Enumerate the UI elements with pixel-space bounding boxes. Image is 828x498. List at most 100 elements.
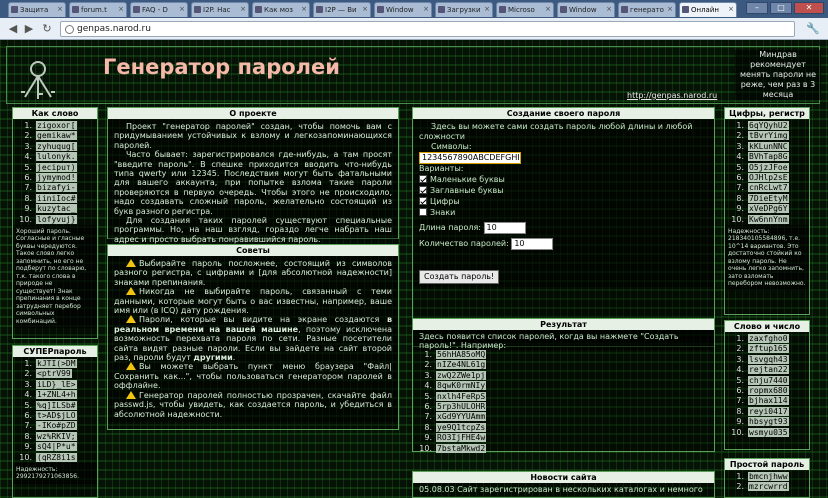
password-value[interactable]: bmcnjhww	[748, 472, 789, 481]
password-value[interactable]: zyhuqug[	[36, 141, 77, 151]
password-value[interactable]: -IKo#pZD	[36, 421, 77, 431]
password-value[interactable]: bizafyi-	[36, 183, 77, 193]
password-value[interactable]: iLD}_lE>	[36, 379, 77, 389]
item-number: 9.	[424, 433, 432, 443]
length-input[interactable]: 10	[483, 222, 526, 234]
password-value[interactable]: nIZe4NL61g	[436, 360, 487, 370]
password-value[interactable]: 6qYQyhU2	[748, 121, 789, 130]
password-value[interactable]: jymymod!	[36, 172, 77, 182]
password-value[interactable]: O5jzJFoe	[748, 162, 789, 172]
password-value[interactable]: (qRZ8i1s	[36, 452, 77, 462]
tab-close-icon[interactable]: ×	[240, 5, 246, 13]
browser-tab[interactable]: Загрузки ×	[435, 2, 493, 17]
password-value[interactable]: kJTI(>DM	[36, 359, 77, 368]
tab-close-icon[interactable]: ×	[606, 5, 612, 13]
browser-tab[interactable]: Защита ×	[8, 2, 66, 17]
browser-tab[interactable]: FAQ - D ×	[130, 2, 188, 17]
symbols-input[interactable]: 1234567890ABCDEFGHI	[419, 152, 521, 164]
tab-close-icon[interactable]: ×	[484, 5, 490, 13]
back-icon[interactable]: ◀	[6, 22, 20, 36]
browser-tab[interactable]: I2P — Ви ×	[313, 2, 371, 17]
password-value[interactable]: zwQ2ZWe1pj	[436, 370, 487, 380]
symbols-checkbox[interactable]	[419, 208, 427, 216]
password-value[interactable]: Kw6nnYnm	[748, 214, 789, 224]
favicon-icon	[255, 6, 262, 13]
uppercase-checkbox[interactable]	[419, 186, 427, 194]
browser-tab[interactable]: Window ×	[557, 2, 615, 17]
tab-close-icon[interactable]: ×	[423, 5, 429, 13]
password-value[interactable]: wz%RKIV;	[36, 431, 77, 441]
password-value[interactable]: rejtan22	[748, 365, 789, 375]
password-value[interactable]: 5rp3hULOHR	[436, 401, 487, 411]
tab-close-icon[interactable]: ×	[179, 5, 185, 13]
password-value[interactable]: gemikaw*	[36, 131, 77, 141]
password-value[interactable]: 7bstaMkwd2	[436, 443, 487, 453]
count-input[interactable]: 10	[511, 238, 554, 250]
password-value[interactable]: bjhax114	[748, 396, 789, 406]
browser-tab[interactable]: Microso ×	[496, 2, 554, 17]
password-value[interactable]: 8qwK0rmNIy	[436, 381, 487, 391]
site-header: Генератор паролей http://genpas.narod.ru…	[6, 46, 821, 104]
reload-icon[interactable]: ↻	[40, 22, 54, 36]
password-value[interactable]: 1+ZNL4+h	[36, 390, 77, 400]
option-row[interactable]: Цифры	[419, 197, 708, 207]
address-bar[interactable]: genpas.narod.ru	[60, 21, 795, 37]
option-row[interactable]: Маленькие буквы	[419, 175, 708, 185]
password-value[interactable]: ropmx680	[748, 385, 789, 395]
lowercase-checkbox[interactable]	[419, 175, 427, 183]
tab-close-icon[interactable]: ×	[362, 5, 368, 13]
browser-tab[interactable]: I2P. Нас ×	[191, 2, 249, 17]
browser-tab[interactable]: Как моз ×	[252, 2, 310, 17]
site-url-link[interactable]: http://genpas.narod.ru	[627, 91, 717, 100]
password-value[interactable]: chju7440	[748, 375, 789, 385]
password-value[interactable]: lulonyk.	[36, 152, 77, 162]
password-value[interactable]: wsmyu035	[748, 427, 789, 437]
password-value[interactable]: RO3IjFHE4w	[436, 433, 487, 443]
close-window-button[interactable]: ✕	[794, 2, 824, 14]
password-value[interactable]: xVeDPg6Y	[748, 204, 789, 214]
option-row[interactable]: Заглавные буквы	[419, 186, 708, 196]
browser-tab[interactable]: Онлайн ×	[679, 2, 737, 17]
password-value[interactable]: kuzytac_	[36, 204, 77, 214]
password-value[interactable]: hbsygt93	[748, 417, 789, 427]
password-value[interactable]: jecipuт)	[36, 162, 77, 172]
wrench-icon[interactable]: 🔧	[806, 23, 820, 35]
tab-close-icon[interactable]: ×	[301, 5, 307, 13]
password-value[interactable]: lofyvuj}	[36, 214, 77, 224]
password-value[interactable]: t>AD$jLO	[36, 410, 77, 420]
tab-close-icon[interactable]: ×	[728, 5, 734, 13]
password-value[interactable]: tBvrYimg	[748, 131, 789, 141]
create-password-button[interactable]: Создать пароль!	[419, 270, 500, 284]
password-value[interactable]: %q]ILSb#	[36, 400, 77, 410]
password-value[interactable]: 7DieEtyM	[748, 193, 789, 203]
browser-tab[interactable]: генерато ×	[618, 2, 676, 17]
password-value[interactable]: BVhTap8G	[748, 152, 789, 162]
maximize-button[interactable]: □	[770, 2, 792, 14]
password-value[interactable]: zigoxoг[	[36, 121, 77, 130]
password-value[interactable]: zaxfgho0	[748, 334, 789, 343]
password-value[interactable]: nxlh4FeRpS	[436, 391, 487, 401]
tab-close-icon[interactable]: ×	[118, 5, 124, 13]
tab-close-icon[interactable]: ×	[667, 5, 673, 13]
minimize-button[interactable]: –	[746, 2, 768, 14]
password-value[interactable]: reyi0417	[748, 406, 789, 416]
option-row[interactable]: Знаки	[419, 208, 708, 218]
password-value[interactable]: mzrcwrrd	[748, 482, 789, 492]
tab-close-icon[interactable]: ×	[57, 5, 63, 13]
digits-checkbox[interactable]	[419, 197, 427, 205]
browser-tab[interactable]: Window ×	[374, 2, 432, 17]
password-value[interactable]: ye9Q1tcpZs	[436, 422, 487, 432]
password-value[interactable]: sQ4|P*u*	[36, 442, 77, 452]
password-value[interactable]: 56hHA85oMQ	[436, 350, 487, 359]
forward-icon[interactable]: ▶	[22, 22, 36, 36]
password-value[interactable]: iiniIoc#	[36, 193, 77, 203]
password-value[interactable]: OJHlp2sE	[748, 172, 789, 182]
password-value[interactable]: lsvgqh43	[748, 354, 789, 364]
tab-close-icon[interactable]: ×	[545, 5, 551, 13]
password-value[interactable]: zftup165	[748, 344, 789, 354]
browser-tab[interactable]: forum.t ×	[69, 2, 127, 17]
password-value[interactable]: xGd9YYUAmm	[436, 412, 487, 422]
password-value[interactable]: <ptrV99	[36, 369, 72, 379]
password-value[interactable]: kKLunNNC	[748, 141, 789, 151]
password-value[interactable]: cnRcLwt7	[748, 183, 789, 193]
